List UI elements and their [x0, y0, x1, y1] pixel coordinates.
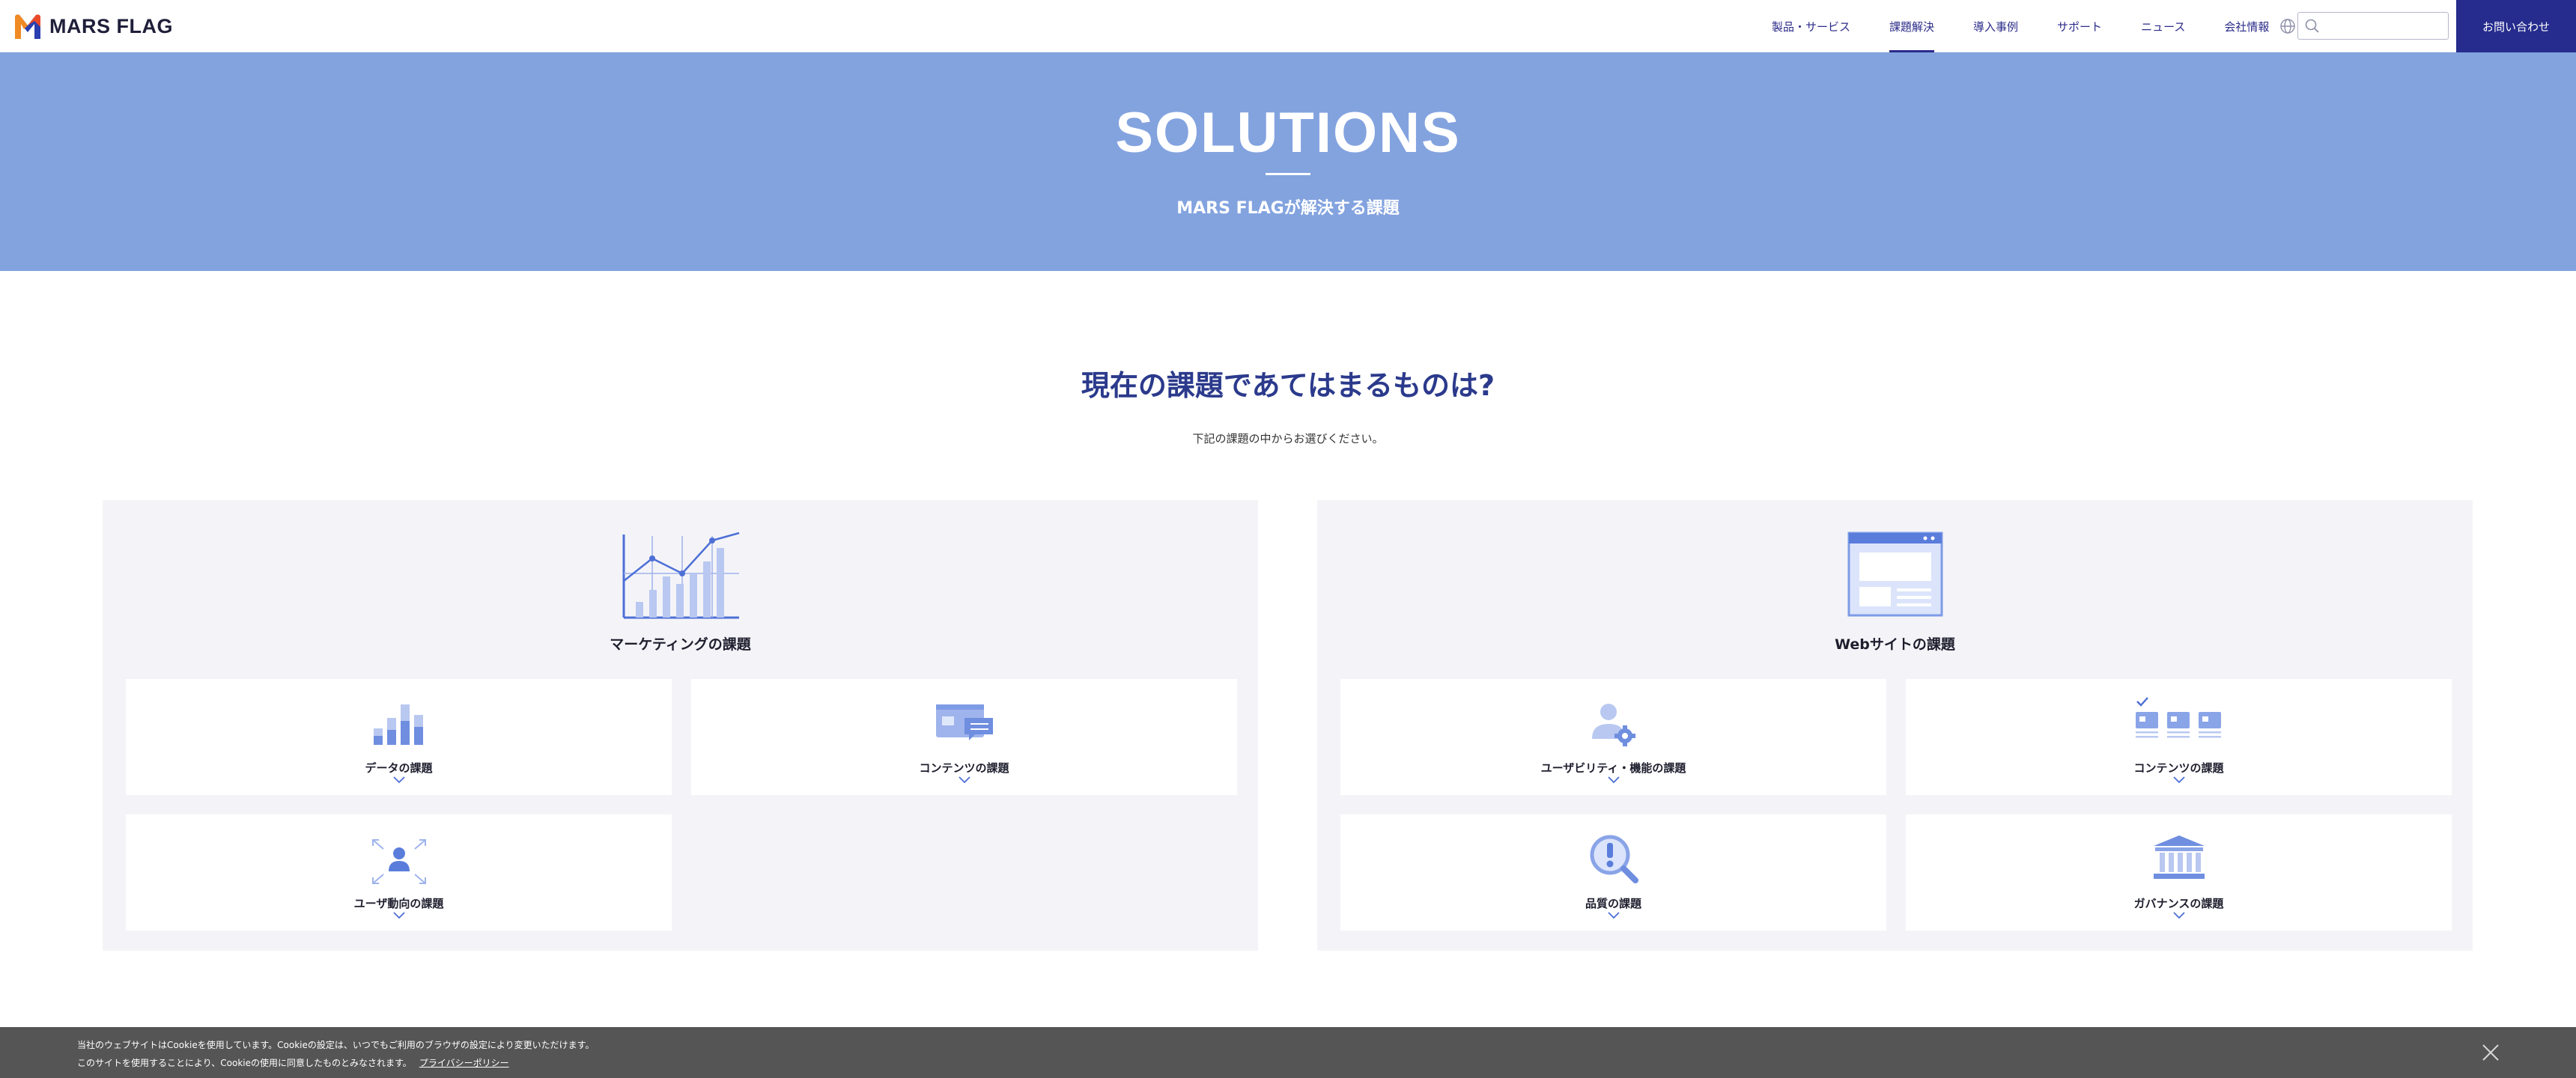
card-user-trend-issue[interactable]: ユーザ動向の課題	[126, 814, 672, 931]
chevron-down-icon	[392, 912, 405, 919]
chevron-down-icon	[1607, 776, 1620, 784]
panel-title: マーケティングの課題	[610, 636, 751, 653]
logo[interactable]: MARS FLAG	[12, 10, 173, 42]
bar-chart-icon	[373, 704, 423, 745]
nav-item-label: 会社情報	[2224, 19, 2270, 34]
section-subtext: 下記の課題の中からお選びください。	[1192, 432, 1384, 445]
user-expand-icon	[371, 839, 426, 884]
card-content-issue[interactable]: コンテンツの課題	[691, 679, 1237, 795]
chevron-down-icon	[1607, 912, 1620, 919]
privacy-policy-link[interactable]: プライバシーポリシー	[419, 1058, 509, 1068]
card-governance-issue[interactable]: ガバナンスの課題	[1906, 814, 2452, 931]
cookie-text-line2-body: このサイトを使用することにより、Cookieの使用に同意したものとみなされます。	[77, 1058, 412, 1068]
panel-title: Webサイトの課題	[1835, 636, 1955, 653]
chevron-down-icon	[2172, 912, 2185, 919]
cookie-text-line2: このサイトを使用することにより、Cookieの使用に同意したものとみなされます。…	[77, 1056, 509, 1069]
search-input[interactable]	[2324, 16, 2443, 36]
page-title: SOLUTIONS	[1115, 101, 1461, 165]
globe-icon[interactable]	[2279, 17, 2297, 35]
card-data-issue[interactable]: データの課題	[126, 679, 672, 795]
nav-item-products[interactable]: 製品・サービス	[1752, 0, 1870, 52]
close-icon[interactable]	[2480, 1042, 2501, 1063]
content-cards-icon	[2135, 697, 2221, 738]
chevron-down-icon	[2172, 776, 2185, 784]
nav-item-label: サポート	[2057, 19, 2103, 34]
nav-item-news[interactable]: ニュース	[2121, 0, 2205, 52]
page-subtitle: MARS FLAGが解決する課題	[1176, 199, 1400, 218]
card-label: ガバナンスの課題	[2133, 897, 2224, 910]
building-icon	[2153, 835, 2205, 879]
chevron-down-icon	[392, 776, 405, 784]
nav-item-label: 製品・サービス	[1772, 19, 1851, 34]
nav-item-label: 課題解決	[1889, 19, 1935, 34]
nav-item-company[interactable]: 会社情報	[2205, 0, 2288, 52]
logo-text: MARS FLAG	[49, 14, 173, 37]
mars-flag-logo-icon	[15, 14, 40, 39]
card-label: コンテンツの課題	[2133, 761, 2224, 775]
nav-item-label: ニュース	[2141, 19, 2186, 34]
search-icon[interactable]	[2304, 18, 2321, 34]
cookie-banner: 当社のウェブサイトはCookieを使用しています。Cookieの設定は、いつでも…	[0, 1027, 2576, 1078]
search-box	[2297, 12, 2449, 40]
nav-item-solutions[interactable]: 課題解決	[1870, 0, 1954, 52]
website-illustration-icon	[1847, 532, 1942, 617]
card-label: データの課題	[365, 761, 433, 775]
main-nav: 製品・サービス 課題解決 導入事例 サポート ニュース 会社情報	[1752, 0, 2288, 52]
marketing-panel: マーケティングの課題 データの課題 コンテンツの課題 ユーザ動向の課題	[103, 500, 1258, 951]
card-quality-issue[interactable]: 品質の課題	[1340, 814, 1886, 931]
card-label: ユーザ動向の課題	[353, 897, 444, 910]
nav-item-label: 導入事例	[1973, 19, 2019, 34]
contact-button[interactable]: お問い合わせ	[2456, 0, 2576, 52]
chart-illustration-icon	[622, 532, 739, 619]
cookie-text-line1: 当社のウェブサイトはCookieを使用しています。Cookieの設定は、いつでも…	[77, 1040, 595, 1050]
nav-item-cases[interactable]: 導入事例	[1954, 0, 2038, 52]
card-website-content-issue[interactable]: コンテンツの課題	[1906, 679, 2452, 795]
nav-item-support[interactable]: サポート	[2038, 0, 2121, 52]
hero-banner: SOLUTIONS MARS FLAGが解決する課題	[0, 52, 2576, 271]
content-window-icon	[935, 704, 993, 740]
card-label: ユーザビリティ・機能の課題	[1540, 761, 1686, 775]
website-panel: Webサイトの課題 ユーザビリティ・機能の課題 コンテンツの課題 品質の課題 ガ…	[1317, 500, 2473, 951]
title-divider	[1266, 173, 1310, 175]
magnifier-exclamation-icon	[1590, 835, 1638, 883]
site-header: MARS FLAG 製品・サービス 課題解決 導入事例 サポート ニュース 会社…	[0, 0, 2576, 52]
section-heading: 現在の課題であてはまるものは?	[1081, 369, 1495, 402]
card-label: 品質の課題	[1585, 897, 1641, 910]
card-label: コンテンツの課題	[919, 761, 1009, 775]
card-usability-issue[interactable]: ユーザビリティ・機能の課題	[1340, 679, 1886, 795]
chevron-down-icon	[958, 776, 970, 784]
user-gear-icon	[1591, 704, 1635, 746]
